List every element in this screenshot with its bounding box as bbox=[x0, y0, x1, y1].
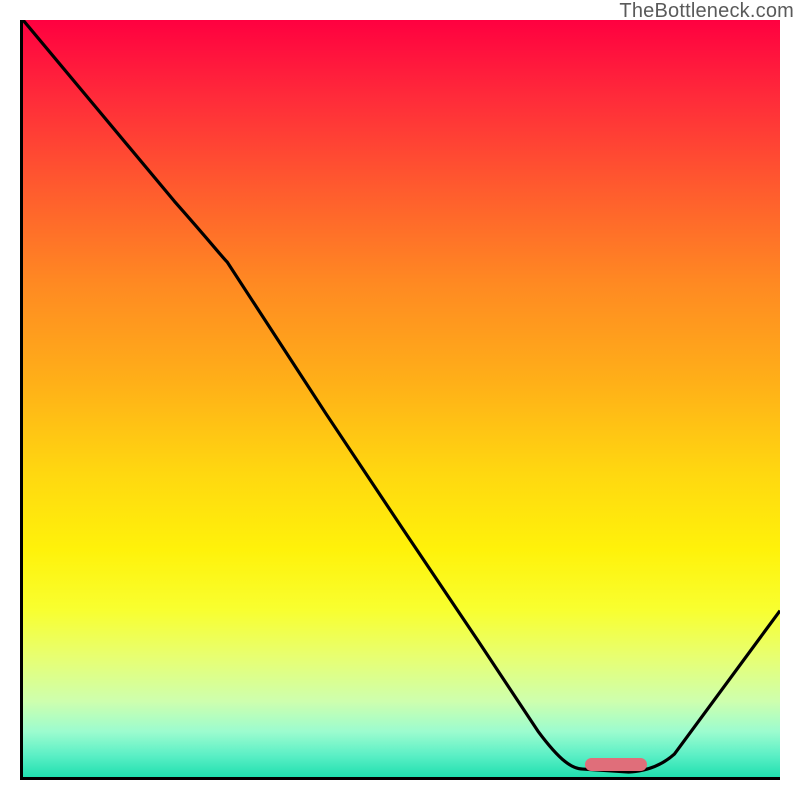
chart-stage: TheBottleneck.com bbox=[0, 0, 800, 800]
optimal-range-marker bbox=[585, 758, 647, 771]
chart-plot-area bbox=[20, 20, 780, 780]
bottleneck-curve-path bbox=[23, 20, 780, 772]
chart-line-layer bbox=[23, 20, 780, 777]
